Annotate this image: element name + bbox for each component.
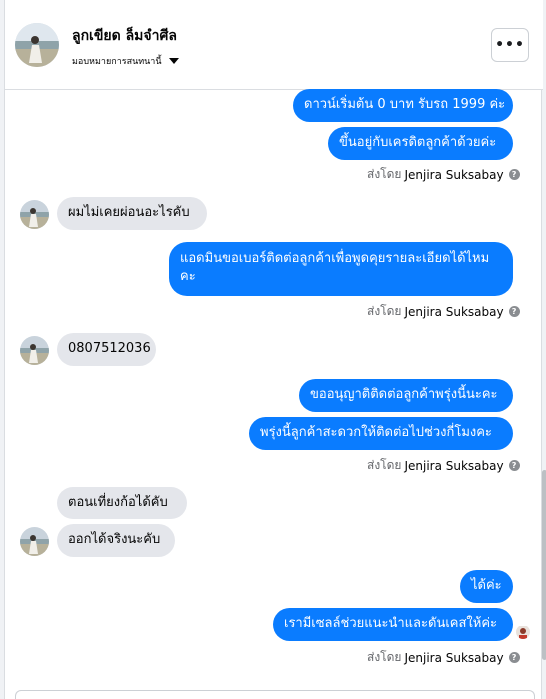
sent-by-label: ส่งโดย Jenjira Suksabay ? <box>367 648 520 667</box>
incoming-message[interactable]: 0807512036 <box>57 333 156 366</box>
conversation-panel: ลูกเขียด ล็มจำศีล มอบหมายการสนทนานี้ •••… <box>4 0 546 699</box>
outgoing-message[interactable]: ขออนุญาติติดต่อลูกค้าพรุ่งนี้นะคะ <box>299 379 513 412</box>
more-options-button[interactable]: ••• <box>491 28 529 62</box>
chevron-down-icon <box>168 58 179 64</box>
assign-label: มอบหมายการสนทนานี้ <box>72 57 162 67</box>
sent-by-label: ส่งโดย Jenjira Suksabay ? <box>367 456 520 475</box>
contact-avatar-small <box>20 336 49 365</box>
incoming-message[interactable]: ผมไม่เคยผ่อนอะไรคับ <box>57 197 207 230</box>
outgoing-message[interactable]: ได้ค่ะ <box>460 570 513 603</box>
contact-avatar[interactable] <box>15 23 59 67</box>
scrollbar[interactable] <box>542 90 546 660</box>
contact-avatar-small <box>20 527 49 556</box>
info-icon[interactable]: ? <box>508 169 520 180</box>
outgoing-message[interactable]: ขึ้นอยู่กับเครดิตลูกค้าด้วยค่ะ <box>328 127 513 160</box>
contact-name[interactable]: ลูกเขียด ล็มจำศีล <box>72 25 177 47</box>
seen-avatar-icon <box>516 625 530 639</box>
outgoing-message[interactable]: เรามีเซลล์ช่วยแนะนำและดันเคสให้ค่ะ <box>273 608 513 641</box>
sent-by-label: ส่งโดย Jenjira Suksabay ? <box>367 165 520 184</box>
outgoing-message[interactable]: แอดมินขอเบอร์ติดต่อลูกค้าเพื่อพูดคุยรายล… <box>169 242 513 296</box>
scrollbar-thumb[interactable] <box>542 470 546 660</box>
sent-by-label: ส่งโดย Jenjira Suksabay ? <box>367 302 520 321</box>
info-icon[interactable]: ? <box>508 460 520 471</box>
incoming-message[interactable]: ตอนเที่ยงก้อได้คับ <box>57 487 187 519</box>
contact-avatar-small <box>20 200 49 229</box>
assign-conversation-dropdown[interactable]: มอบหมายการสนทนานี้ <box>72 54 179 68</box>
outgoing-message[interactable]: พรุ่งนี้ลูกค้าสะดวกให้ติดต่อไปช่วงกี่โมง… <box>249 417 513 450</box>
conversation-header: ลูกเขียด ล็มจำศีล มอบหมายการสนทนานี้ ••• <box>5 0 543 90</box>
outgoing-message[interactable]: ดาวน์เริ่มต้น 0 บาท รับรถ 1999 ค่ะ <box>293 89 513 122</box>
info-icon[interactable]: ? <box>508 652 520 663</box>
info-icon[interactable]: ? <box>508 306 520 317</box>
incoming-message[interactable]: ออกได้จริงนะคับ <box>57 524 175 557</box>
message-composer[interactable] <box>15 690 535 699</box>
